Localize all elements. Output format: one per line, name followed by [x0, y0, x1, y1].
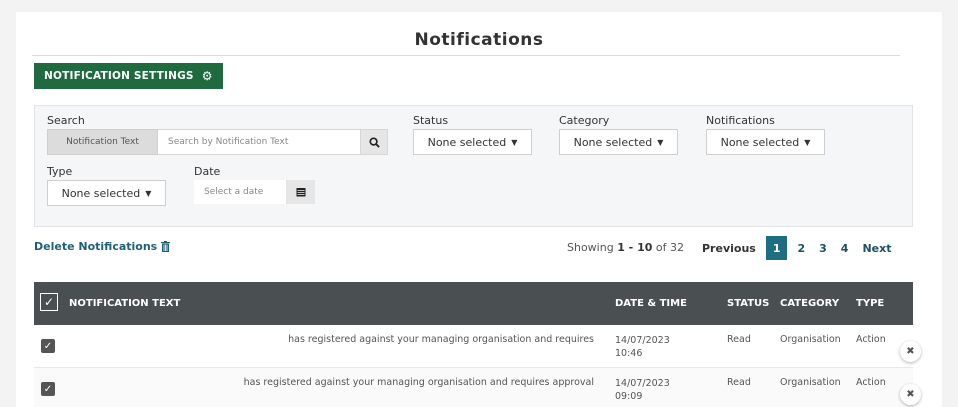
notification-time: 10:46 [615, 348, 643, 359]
notifications-dropdown[interactable]: None selected ▼ [706, 129, 825, 155]
row-checkbox[interactable]: ✓ [41, 339, 55, 353]
notification-text: has registered against your managing org… [243, 377, 594, 388]
category-dropdown-value: None selected [573, 135, 653, 149]
notification-type: Action [856, 377, 886, 388]
category-label: Category [559, 114, 610, 127]
notification-status: Read [727, 334, 751, 345]
table-header: ✓ NOTIFICATION TEXT DATE & TIME STATUS C… [34, 282, 913, 325]
notification-datetime: 14/07/2023 10:46 [615, 334, 670, 360]
next-page-button[interactable]: Next [855, 236, 898, 260]
trash-icon [161, 241, 171, 252]
previous-page-button[interactable]: Previous [700, 236, 763, 260]
delete-notifications-link[interactable]: Delete Notifications [34, 240, 171, 253]
date-input[interactable] [194, 180, 286, 204]
header-notification-text[interactable]: NOTIFICATION TEXT [69, 282, 180, 325]
close-icon: ✖ [906, 389, 915, 400]
close-icon: ✖ [906, 346, 915, 357]
type-label: Type [47, 165, 73, 178]
search-button[interactable] [361, 129, 388, 155]
header-date-time[interactable]: DATE & TIME [615, 282, 687, 325]
search-icon [368, 136, 380, 148]
notification-settings-label: NOTIFICATION SETTINGS [44, 70, 194, 82]
page-1-button[interactable]: 1 [765, 236, 788, 260]
caret-down-icon: ▼ [145, 188, 152, 198]
notification-category: Organisation [780, 334, 841, 345]
table-row[interactable]: ✓ has registered against your managing o… [34, 325, 921, 368]
table-row[interactable]: ✓ has registered against your managing o… [34, 368, 921, 407]
header-type[interactable]: TYPE [856, 282, 884, 325]
caret-down-icon: ▼ [657, 137, 664, 147]
notifications-dropdown-value: None selected [720, 135, 800, 149]
notification-category: Organisation [780, 377, 841, 388]
notification-datetime: 14/07/2023 09:09 [615, 377, 670, 403]
type-dropdown[interactable]: None selected ▼ [47, 180, 166, 206]
type-dropdown-value: None selected [61, 186, 141, 200]
search-field-addon: Notification Text [47, 129, 158, 155]
search-label: Search [47, 114, 85, 127]
checkmark-icon: ✓ [43, 383, 53, 395]
notification-text: has registered against your managing org… [288, 334, 594, 345]
showing-of: of [655, 241, 667, 254]
header-status[interactable]: STATUS [727, 282, 769, 325]
notification-date: 14/07/2023 [615, 378, 670, 389]
status-dropdown-value: None selected [427, 135, 507, 149]
notification-type: Action [856, 334, 886, 345]
select-all-checkbox[interactable]: ✓ [40, 293, 58, 311]
pagination: Previous 1 2 3 4 Next [700, 236, 898, 260]
calendar-button[interactable] [286, 180, 315, 204]
delete-row-button[interactable]: ✖ [900, 384, 921, 405]
page-3-button[interactable]: 3 [812, 236, 834, 260]
notifications-page: Notifications NOTIFICATION SETTINGS ⚙ Se… [16, 12, 942, 407]
status-label: Status [413, 114, 449, 127]
category-dropdown[interactable]: None selected ▼ [559, 129, 678, 155]
results-summary: Showing 1 - 10 of 32 [567, 241, 684, 254]
notifications-table: ✓ NOTIFICATION TEXT DATE & TIME STATUS C… [34, 282, 921, 407]
search-input[interactable] [158, 129, 361, 155]
notification-settings-button[interactable]: NOTIFICATION SETTINGS ⚙ [34, 63, 223, 89]
calendar-icon [296, 188, 305, 197]
showing-total: 32 [670, 241, 684, 254]
title-divider [32, 55, 900, 56]
page-4-button[interactable]: 4 [834, 236, 856, 260]
status-dropdown[interactable]: None selected ▼ [413, 129, 532, 155]
gear-icon: ⚙ [201, 69, 213, 83]
notification-date: 14/07/2023 [615, 335, 670, 346]
notification-status: Read [727, 377, 751, 388]
header-category[interactable]: CATEGORY [780, 282, 839, 325]
delete-row-button[interactable]: ✖ [900, 341, 921, 362]
caret-down-icon: ▼ [804, 137, 811, 147]
showing-range: 1 - 10 [617, 241, 653, 254]
date-label: Date [194, 165, 221, 178]
page-title: Notifications [414, 30, 544, 50]
notifications-label: Notifications [706, 114, 775, 127]
checkmark-icon: ✓ [43, 295, 55, 309]
caret-down-icon: ▼ [511, 137, 518, 147]
filter-panel: Search Notification Text Status None sel… [34, 105, 913, 227]
checkmark-icon: ✓ [43, 340, 53, 352]
delete-notifications-label: Delete Notifications [34, 240, 158, 253]
showing-prefix: Showing [567, 241, 614, 254]
row-checkbox[interactable]: ✓ [41, 382, 55, 396]
notification-time: 09:09 [615, 391, 643, 402]
page-2-button[interactable]: 2 [790, 236, 812, 260]
